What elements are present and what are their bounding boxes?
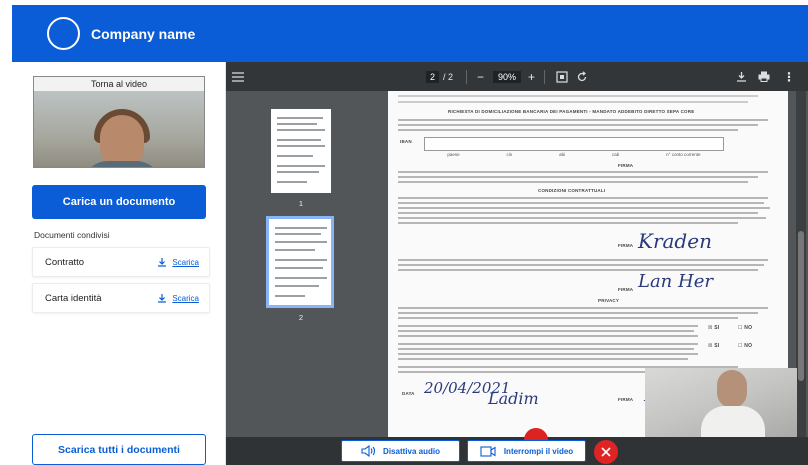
- date-label: DATA: [402, 391, 415, 396]
- shared-documents-title: Documenti condivisi: [34, 230, 110, 240]
- zoom-out-icon[interactable]: −: [477, 62, 484, 91]
- signature-2: Lan Her: [638, 271, 713, 292]
- app-header: Company name: [12, 5, 808, 62]
- privacy-option-si[interactable]: ☒ SI: [708, 343, 719, 349]
- thumbnail-label: 2: [298, 313, 304, 322]
- thumbnail-panel: 1 2: [226, 91, 380, 437]
- menu-icon[interactable]: [232, 62, 244, 91]
- end-call-button[interactable]: [594, 440, 618, 464]
- scrollbar[interactable]: [796, 91, 806, 437]
- privacy-option-no[interactable]: ☐ NO: [738, 343, 752, 349]
- zoom-level[interactable]: 90%: [493, 62, 522, 91]
- rotate-icon[interactable]: [576, 62, 588, 91]
- download-link[interactable]: Scarica: [157, 257, 199, 267]
- conditions-heading: CONDIZIONI CONTRATTUALI: [538, 188, 606, 193]
- list-item-contratto: Contratto Scarica: [32, 247, 210, 277]
- company-name: Company name: [91, 25, 196, 42]
- download-all-button[interactable]: Scarica tutti i documenti: [32, 434, 206, 465]
- mute-audio-button[interactable]: Disattiva audio: [341, 440, 460, 462]
- thumbnail-page-2[interactable]: [266, 216, 334, 308]
- pdf-toolbar: 2 / 2 − 90% + ⋮: [226, 62, 808, 91]
- signature-1: Kraden: [638, 229, 712, 253]
- sepa-heading: RICHIESTA DI DOMICILIAZIONE BANCARIA DEI…: [448, 109, 695, 114]
- privacy-option-no[interactable]: ☐ NO: [738, 325, 752, 331]
- list-item-carta-identita: Carta identità Scarica: [32, 283, 210, 313]
- page-indicator: 2 / 2: [426, 62, 453, 91]
- close-icon: [601, 447, 611, 457]
- download-icon: [158, 258, 167, 267]
- download-link[interactable]: Scarica: [157, 293, 199, 303]
- stop-video-button[interactable]: Interrompi il video: [467, 440, 586, 462]
- camera-icon: [480, 445, 496, 457]
- upload-document-button[interactable]: Carica un documento: [32, 185, 206, 219]
- signature-3: Ladim: [488, 389, 539, 408]
- download-icon[interactable]: [736, 62, 747, 91]
- scroll-thumb[interactable]: [798, 231, 804, 381]
- iban-label: IBAN: [400, 139, 412, 144]
- current-page-input[interactable]: 2: [426, 70, 440, 83]
- video-feed: [34, 91, 204, 167]
- iban-fields: paese cin abi cab n° conto corrente: [447, 152, 701, 157]
- speaker-icon: [361, 445, 376, 457]
- thumbnail-page-1[interactable]: [271, 109, 331, 193]
- total-pages: 2: [448, 71, 454, 82]
- privacy-option-si[interactable]: ☒ SI: [708, 325, 719, 331]
- iban-box: [424, 137, 724, 151]
- more-options-icon[interactable]: ⋮: [783, 62, 795, 91]
- company-logo-icon: [47, 17, 80, 50]
- print-icon[interactable]: [758, 62, 770, 91]
- document-name: Carta identità: [45, 292, 102, 304]
- back-to-video-label[interactable]: Torna al video: [34, 77, 204, 91]
- participant-face: [100, 115, 144, 167]
- download-icon: [158, 294, 167, 303]
- fit-page-icon[interactable]: [556, 62, 568, 91]
- self-video-preview[interactable]: Torna al video: [33, 76, 205, 168]
- remote-participant-face: [717, 370, 747, 408]
- document-name: Contratto: [45, 256, 85, 268]
- privacy-heading: PRIVACY: [598, 298, 620, 303]
- zoom-in-icon[interactable]: +: [528, 62, 535, 91]
- remote-video-pip[interactable]: [645, 368, 797, 440]
- sidebar: Torna al video Carica un documento Docum…: [12, 62, 226, 465]
- thumbnail-label: 1: [298, 199, 304, 208]
